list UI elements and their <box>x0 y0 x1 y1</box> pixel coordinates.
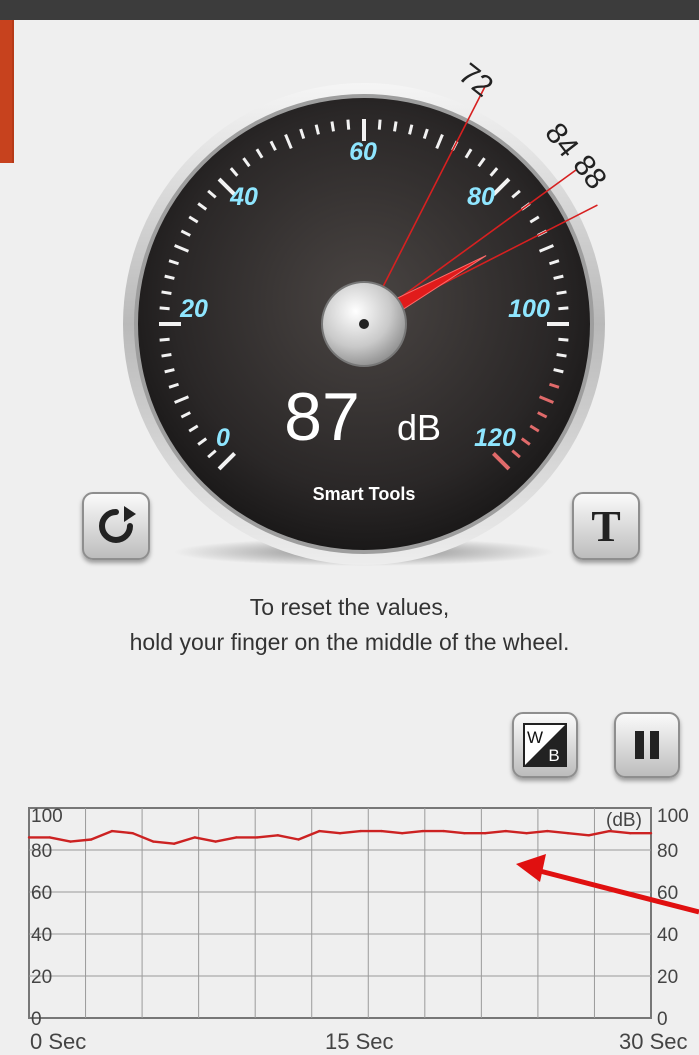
hub-center-dot <box>359 319 369 329</box>
gauge-tick <box>161 290 172 295</box>
series-point <box>504 829 508 833</box>
y-tick-right: 80 <box>657 841 678 862</box>
series-point <box>442 829 445 833</box>
history-graph: 100806040200 100806040200 (dB) <box>27 806 699 1030</box>
series-point <box>255 836 259 839</box>
theme-label: T <box>591 501 621 551</box>
gauge-tick <box>393 121 398 132</box>
y-tick-left: 80 <box>31 841 52 862</box>
series-point <box>587 834 590 837</box>
series-point <box>297 838 300 841</box>
x-label-mid: 15 Sec <box>325 1029 394 1054</box>
series-point <box>318 829 321 833</box>
refresh-icon <box>99 506 136 543</box>
series-point <box>48 836 51 839</box>
gauge-tick <box>556 353 567 358</box>
pause-button[interactable] <box>614 712 680 778</box>
y-tick-left: 60 <box>31 883 52 904</box>
x-label-start: 0 Sec <box>30 1029 87 1054</box>
scale-label-100: 100 <box>508 295 550 323</box>
gauge-tick <box>558 306 569 311</box>
white-black-toggle-button[interactable]: W B <box>512 712 578 778</box>
scale-label-20: 20 <box>179 295 208 323</box>
series-point <box>525 832 528 835</box>
series-point <box>649 832 653 835</box>
y-tick-left: 20 <box>31 967 52 988</box>
series-point <box>546 829 549 833</box>
gauge-tick <box>159 337 170 342</box>
series-point <box>608 829 611 833</box>
gauge-tick <box>330 121 335 132</box>
reading-unit: dB <box>397 407 441 448</box>
series-point <box>276 834 279 837</box>
scale-label-120: 120 <box>474 424 516 452</box>
y-tick-left: 40 <box>31 925 52 946</box>
theme-button[interactable]: T <box>572 492 640 560</box>
y-tick-left: 0 <box>31 1009 42 1030</box>
series-point <box>463 832 466 835</box>
hint-line-1: To reset the values, <box>249 594 450 620</box>
series-point <box>338 832 342 835</box>
wb-icon: W B <box>523 723 567 767</box>
wb-label-bottom: B <box>548 746 559 765</box>
series-point <box>380 829 383 833</box>
y-tick-right: 0 <box>657 1009 668 1030</box>
gauge-tick <box>558 337 569 342</box>
marker-label-avg: 84 <box>538 117 585 164</box>
series-point <box>359 829 362 833</box>
series-point <box>401 832 404 835</box>
series-point <box>566 832 570 835</box>
series-point <box>27 836 31 839</box>
reading-value: 87 <box>284 379 360 455</box>
gauge-tick <box>377 119 382 130</box>
x-label-end: 30 Sec <box>619 1029 688 1054</box>
gauge-tick <box>556 290 567 295</box>
marker-label-max: 88 <box>566 149 613 196</box>
series-point <box>629 832 632 835</box>
scale-label-0: 0 <box>216 424 230 452</box>
series-point <box>152 840 155 843</box>
series-point <box>69 840 72 843</box>
series-point <box>193 836 197 839</box>
gauge-tick <box>161 353 172 358</box>
y-tick-right: 40 <box>657 925 678 946</box>
wb-label-top: W <box>527 728 543 747</box>
scale-label-80: 80 <box>467 183 495 211</box>
gauge-tick <box>159 306 170 311</box>
series-point <box>131 832 134 835</box>
graph-frame <box>28 807 652 1019</box>
gauge-tick <box>346 119 351 130</box>
series-point <box>421 829 425 833</box>
y-tick-left: 100 <box>31 806 63 827</box>
series-point <box>90 838 93 841</box>
marker-label-min: 72 <box>452 57 499 104</box>
y-tick-right: 20 <box>657 967 678 988</box>
series-point <box>110 829 114 833</box>
y-tick-right: 100 <box>657 806 689 827</box>
reset-button[interactable] <box>82 492 150 560</box>
series-point <box>172 842 176 845</box>
pause-icon <box>635 731 659 759</box>
hint-line-2: hold your finger on the middle of the wh… <box>129 629 570 655</box>
series-point <box>214 840 217 843</box>
y-axis-right: 100806040200 <box>657 806 689 1030</box>
series-point <box>235 836 238 839</box>
brand-label: Smart Tools <box>313 484 416 504</box>
scale-label-40: 40 <box>229 183 258 211</box>
scale-label-60: 60 <box>349 138 377 166</box>
graph-unit-label: (dB) <box>606 810 642 831</box>
series-point <box>483 832 487 835</box>
